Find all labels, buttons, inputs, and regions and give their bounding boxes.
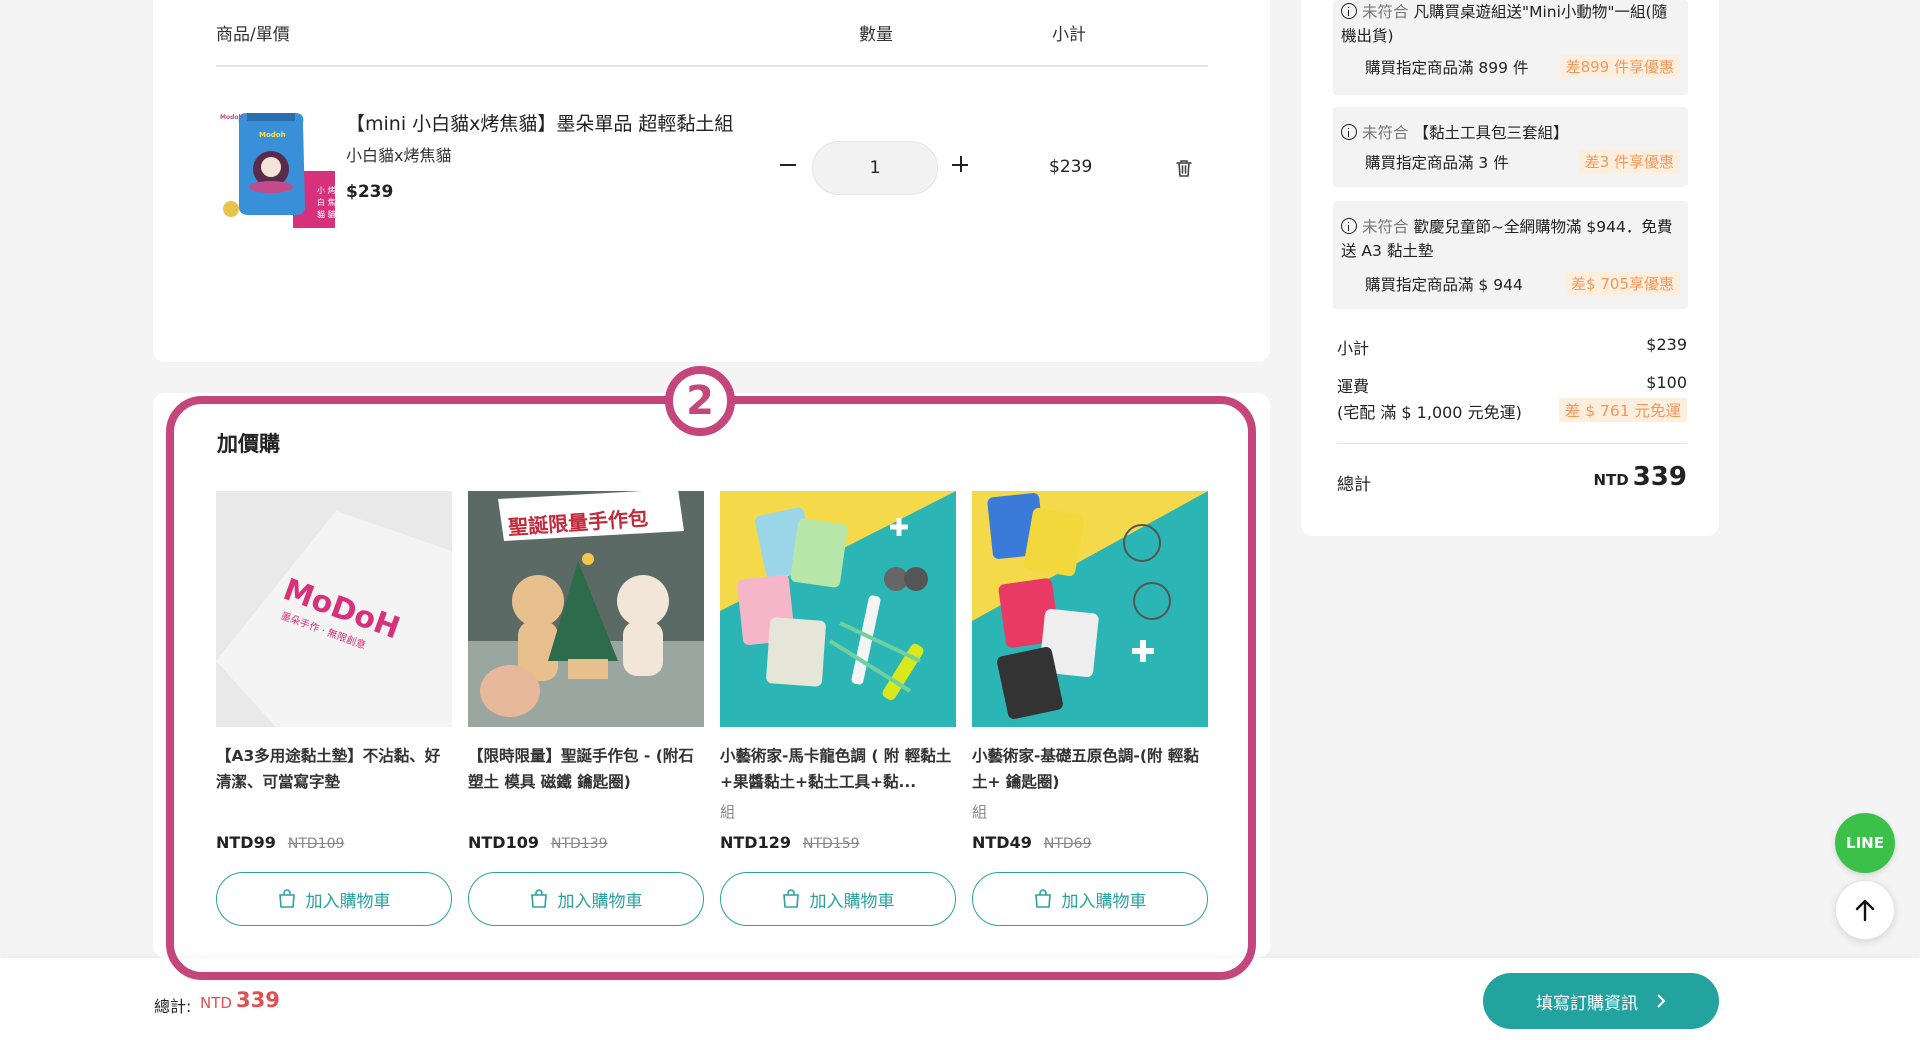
bottom-total-amount: 339 — [236, 988, 280, 1012]
product-name[interactable]: 【限時限量】聖誕手作包 - (附石塑土 模具 磁鐵 鑰匙圈) — [468, 743, 704, 795]
promo-condition: 購買指定商品滿 899 件 — [1365, 59, 1529, 77]
svg-text:Modoh: Modoh — [220, 114, 243, 121]
promo-condition: 購買指定商品滿 $ 944 — [1365, 276, 1523, 294]
product-image[interactable]: MoDoH 墨朵手作 · 無限創意 — [216, 491, 452, 727]
promo-box: 未符合 凡購買桌遊組送"Mini小動物"一組(隨機出貨) 購買指定商品滿 899… — [1333, 0, 1688, 95]
product-image[interactable] — [720, 491, 956, 727]
cart-item-image[interactable]: 小 烤 白 焦 貓 貓 Modoh Modoh — [217, 103, 336, 228]
shopping-bag-icon — [782, 889, 799, 908]
cart-item-title[interactable]: 【mini 小白貓x烤焦貓】墨朵單品 超輕黏土組 — [346, 109, 733, 136]
shipping-row: 運費 $100 — [1337, 373, 1687, 397]
line-chat-button[interactable]: LINE — [1835, 813, 1895, 873]
product-image[interactable]: 聖誕限量手作包 — [468, 491, 704, 727]
order-summary-panel: 未符合 凡購買桌遊組送"Mini小動物"一組(隨機出貨) 購買指定商品滿 899… — [1301, 0, 1719, 536]
promo-title: 【黏土工具包三套組】 — [1413, 124, 1569, 142]
free-shipping-tag: 差 $ 761 元免運 — [1558, 398, 1687, 422]
quantity-decrease-button[interactable] — [778, 154, 800, 176]
total-value: NTD 339 — [1593, 462, 1687, 492]
cart-item-subtotal: $239 — [1049, 157, 1093, 177]
promo-status: 未符合 — [1362, 218, 1409, 236]
quantity-input[interactable]: 1 — [812, 141, 938, 195]
header-subtotal: 小計 — [1052, 25, 1086, 45]
shipping-label: 運費 — [1337, 377, 1370, 396]
product-name[interactable]: 小藝術家-基礎五原色調-(附 輕黏土+ 鑰匙圈) — [972, 743, 1208, 795]
promo-status: 未符合 — [1362, 3, 1409, 21]
bottom-total-label: 總計: — [154, 997, 192, 1016]
add-to-cart-button[interactable]: 加入購物車 — [720, 872, 956, 926]
svg-text:小 烤: 小 烤 — [317, 185, 335, 195]
promo-tag: 差$ 705享優惠 — [1565, 272, 1680, 295]
product-name[interactable]: 【A3多用途黏土墊】不沾黏、好清潔、可當寫字墊 — [216, 743, 452, 795]
product-price: NTD129 — [720, 833, 791, 852]
cart-item-price: $239 — [346, 182, 394, 202]
shopping-bag-icon — [530, 889, 547, 908]
total-currency: NTD — [1593, 471, 1629, 489]
product-price: NTD109 — [468, 833, 539, 852]
shipping-note: (宅配 滿 $ 1,000 元免運) — [1337, 403, 1522, 422]
promo-box: 未符合 【黏土工具包三套組】 購買指定商品滿 3 件 差3 件享優惠 — [1333, 107, 1688, 187]
add-to-cart-button[interactable]: 加入購物車 — [216, 872, 452, 926]
step-badge: 2 — [665, 366, 735, 436]
bottom-total-currency: NTD — [200, 994, 232, 1012]
info-icon — [1341, 124, 1357, 140]
add-to-cart-label: 加入購物車 — [809, 891, 895, 912]
delete-item-button[interactable] — [1172, 156, 1196, 180]
add-to-cart-button[interactable]: 加入購物車 — [468, 872, 704, 926]
cart-table-header: 商品/單價 數量 小計 — [216, 0, 1208, 67]
total-label: 總計 — [1337, 475, 1371, 495]
product-unit — [468, 797, 704, 827]
add-to-cart-label: 加入購物車 — [557, 891, 643, 912]
info-icon — [1341, 3, 1357, 19]
addon-card: 聖誕限量手作包 【限時限量】聖誕手作包 - (附石塑土 模具 磁鐵 鑰匙圈) N… — [468, 491, 704, 926]
shipping-value: $100 — [1646, 373, 1687, 392]
promo-condition: 購買指定商品滿 3 件 — [1365, 154, 1509, 172]
product-unit: 組 — [972, 803, 988, 821]
summary-divider — [1337, 443, 1687, 444]
product-original-price: NTD159 — [802, 836, 860, 852]
addon-card: 小藝術家-基礎五原色調-(附 輕黏土+ 鑰匙圈) 組 NTD49 NTD69 加入… — [972, 491, 1208, 926]
shopping-bag-icon — [278, 889, 295, 908]
addon-card: MoDoH 墨朵手作 · 無限創意 【A3多用途黏土墊】不沾黏、好清潔、可當寫字… — [216, 491, 452, 926]
checkout-label: 填寫訂購資訊 — [1536, 993, 1638, 1014]
subtotal-label: 小計 — [1337, 339, 1370, 358]
promo-box: 未符合 歡慶兒童節~全網購物滿 $944．免費送 A3 黏土墊 購買指定商品滿 … — [1333, 201, 1688, 309]
trash-icon — [1176, 160, 1192, 177]
quantity-increase-button[interactable] — [950, 154, 972, 176]
header-product: 商品/單價 — [216, 25, 290, 45]
add-to-cart-label: 加入購物車 — [305, 891, 391, 912]
shopping-bag-icon — [1034, 889, 1051, 908]
product-original-price: NTD139 — [550, 836, 608, 852]
subtotal-value: $239 — [1646, 335, 1687, 354]
svg-text:貓 貓: 貓 貓 — [317, 209, 335, 219]
product-image[interactable] — [972, 491, 1208, 727]
addon-card: 小藝術家-馬卡龍色調 ( 附 輕黏土+果醬黏土+黏土工具+黏... 組 NTD1… — [720, 491, 956, 926]
cart-item-variant: 小白貓x烤焦貓 — [346, 146, 452, 165]
subtotal-row: 小計 $239 — [1337, 335, 1687, 359]
info-icon — [1341, 218, 1357, 234]
product-unit — [216, 797, 452, 827]
addon-title: 加價購 — [217, 432, 280, 456]
promo-status: 未符合 — [1362, 124, 1409, 142]
add-to-cart-button[interactable]: 加入購物車 — [972, 872, 1208, 926]
promo-tag: 差899 件享優惠 — [1559, 55, 1680, 78]
arrow-up-icon — [1855, 899, 1875, 922]
chevron-right-icon — [1657, 994, 1666, 1008]
product-name[interactable]: 小藝術家-馬卡龍色調 ( 附 輕黏土+果醬黏土+黏土工具+黏... — [720, 743, 956, 795]
header-quantity: 數量 — [859, 25, 893, 45]
product-price: NTD49 — [972, 833, 1032, 852]
add-to-cart-label: 加入購物車 — [1061, 891, 1147, 912]
total-amount: 339 — [1632, 462, 1687, 492]
product-unit: 組 — [720, 803, 736, 821]
cart-panel: 商品/單價 數量 小計 小 烤 白 焦 貓 貓 Modoh Modoh — [153, 0, 1270, 362]
promo-tag: 差3 件享優惠 — [1578, 150, 1680, 173]
svg-text:Modoh: Modoh — [259, 131, 286, 139]
product-original-price: NTD69 — [1043, 836, 1092, 852]
product-price: NTD99 — [216, 833, 276, 852]
checkout-button[interactable]: 填寫訂購資訊 — [1483, 973, 1719, 1029]
product-original-price: NTD109 — [287, 836, 345, 852]
svg-text:白 焦: 白 焦 — [317, 197, 335, 207]
back-to-top-button[interactable] — [1835, 880, 1895, 940]
